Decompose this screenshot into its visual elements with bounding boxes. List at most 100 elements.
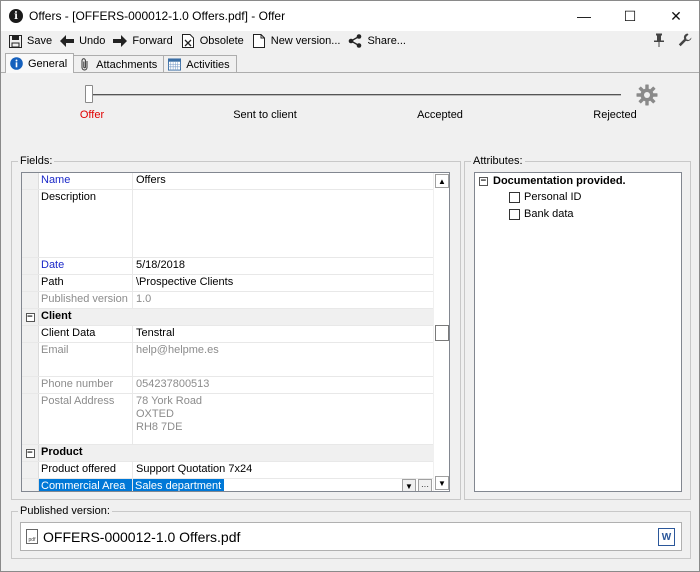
workflow-state-accepted[interactable]: Accepted <box>410 109 470 121</box>
toolbar: Save Undo Forward Obsolete New version..… <box>1 31 699 51</box>
scroll-up-button[interactable]: ▲ <box>435 174 449 188</box>
workflow-bar: Offer Sent to client Accepted Rejected <box>1 73 699 151</box>
personal-id-checkbox[interactable] <box>509 191 520 203</box>
wrench-icon[interactable] <box>677 32 693 48</box>
collapse-icon[interactable]: − <box>479 176 488 186</box>
workflow-slider-handle[interactable] <box>85 85 93 103</box>
new-version-label: New version... <box>270 35 341 47</box>
category-row-client[interactable]: − Client <box>22 309 434 326</box>
field-label: Client Data <box>39 326 133 342</box>
title-bar: i Offers - [OFFERS-000012-1.0 Offers.pdf… <box>1 1 699 31</box>
field-label: Description <box>39 190 133 257</box>
collapse-icon[interactable]: − <box>25 312 35 322</box>
close-button[interactable]: ✕ <box>653 1 699 31</box>
close-icon: ✕ <box>670 7 682 24</box>
field-label: Date <box>39 258 133 274</box>
ellipsis-button[interactable]: ··· <box>418 479 432 491</box>
field-row-phone-number[interactable]: Phone number 054237800513 <box>22 377 434 394</box>
paperclip-icon <box>78 58 91 71</box>
ellipsis-icon: ··· <box>421 482 429 491</box>
field-label: Commercial Area <box>39 479 133 491</box>
window-controls: — ☐ ✕ <box>561 1 699 31</box>
field-row-published-version[interactable]: Published version 1.0 <box>22 292 434 309</box>
field-value[interactable] <box>133 190 434 257</box>
field-row-name[interactable]: Name Offers <box>22 173 434 190</box>
tree-item-bank-data[interactable]: Bank data <box>509 208 574 220</box>
field-value[interactable]: \Prospective Clients <box>133 275 434 291</box>
minimize-icon: — <box>577 8 591 24</box>
category-label: Product <box>41 446 83 458</box>
workflow-track-shadow <box>89 95 621 96</box>
share-label: Share... <box>367 35 406 47</box>
workflow-state-offer[interactable]: Offer <box>67 109 117 121</box>
tree-root-label: Documentation provided. <box>493 175 626 187</box>
tab-activities[interactable]: Activities <box>163 55 237 73</box>
pdf-file-icon: pdf <box>26 529 38 544</box>
published-file-field[interactable]: pdf OFFERS-000012-1.0 Offers.pdf W <box>20 522 682 551</box>
word-icon[interactable]: W <box>658 528 675 546</box>
tree-item-personal-id[interactable]: Personal ID <box>509 191 581 203</box>
arrow-down-icon: ▼ <box>438 478 446 488</box>
published-version-title: Published version: <box>18 505 112 518</box>
attributes-tree: − Documentation provided. Personal ID Ba… <box>474 172 682 492</box>
obsolete-document-icon <box>180 33 196 49</box>
field-row-postal-address[interactable]: Postal Address 78 York Road OXTED RH8 7D… <box>22 394 434 445</box>
field-row-email[interactable]: Email help@helpme.es <box>22 343 434 377</box>
bank-data-checkbox[interactable] <box>509 208 520 220</box>
maximize-icon: ☐ <box>623 7 637 24</box>
minimize-button[interactable]: — <box>561 1 607 31</box>
field-value: 78 York Road OXTED RH8 7DE <box>136 395 203 433</box>
undo-arrow-icon <box>59 33 75 49</box>
field-label: Postal Address <box>39 394 133 444</box>
maximize-button[interactable]: ☐ <box>607 1 653 31</box>
field-row-date[interactable]: Date 5/18/2018 <box>22 258 434 275</box>
field-label: Email <box>39 343 133 376</box>
obsolete-label: Obsolete <box>199 35 244 47</box>
tab-general-label: General <box>28 57 68 70</box>
field-label: Path <box>39 275 133 291</box>
fields-scrollbar[interactable]: ▲ ▼ <box>433 173 449 491</box>
dropdown-button[interactable]: ▼ <box>402 479 416 491</box>
field-value[interactable]: Support Quotation 7x24 <box>133 462 434 478</box>
field-value[interactable]: Sales department <box>133 479 225 491</box>
scroll-thumb[interactable] <box>435 325 449 341</box>
workflow-state-rejected[interactable]: Rejected <box>585 109 645 121</box>
category-label: Client <box>41 310 72 322</box>
field-row-path[interactable]: Path \Prospective Clients <box>22 275 434 292</box>
published-filename[interactable]: OFFERS-000012-1.0 Offers.pdf <box>43 529 240 545</box>
field-row-description[interactable]: Description <box>22 190 434 258</box>
undo-button[interactable]: Undo <box>57 32 110 50</box>
share-button[interactable]: Share... <box>345 32 411 50</box>
category-row-product[interactable]: − Product <box>22 445 434 462</box>
field-value: 1.0 <box>136 293 152 305</box>
field-value[interactable]: Offers <box>133 173 434 189</box>
chevron-down-icon: ▼ <box>405 482 413 491</box>
tab-general[interactable]: General <box>5 53 75 73</box>
share-icon <box>347 33 363 49</box>
pin-icon[interactable] <box>651 32 667 48</box>
tab-attachments-label: Attachments <box>96 58 158 71</box>
scroll-down-button[interactable]: ▼ <box>435 476 449 490</box>
collapse-icon[interactable]: − <box>25 448 35 458</box>
save-label: Save <box>27 35 53 47</box>
forward-label: Forward <box>132 35 173 47</box>
field-row-product-offered[interactable]: Product offered Support Quotation 7x24 <box>22 462 434 479</box>
save-button[interactable]: Save <box>5 32 57 50</box>
fields-group-title: Fields: <box>18 155 55 168</box>
tree-root-documentation[interactable]: − Documentation provided. <box>479 175 626 187</box>
field-row-client-data[interactable]: Client Data Tenstral <box>22 326 434 343</box>
field-value[interactable]: 5/18/2018 <box>133 258 434 274</box>
field-value[interactable]: Tenstral <box>133 326 434 342</box>
info-icon <box>10 57 23 70</box>
info-icon: i <box>9 9 23 23</box>
forward-button[interactable]: Forward <box>110 32 177 50</box>
tab-attachments[interactable]: Attachments <box>73 55 165 73</box>
field-row-commercial-area[interactable]: Commercial Area Sales department ▼ ··· <box>22 479 434 491</box>
gear-icon[interactable] <box>636 84 658 106</box>
obsolete-button[interactable]: Obsolete <box>178 32 249 50</box>
workflow-state-sent-to-client[interactable]: Sent to client <box>225 109 305 121</box>
tab-strip: General Attachments Activities <box>5 53 237 73</box>
new-version-button[interactable]: New version... <box>249 32 346 50</box>
attributes-group-title: Attributes: <box>471 155 525 168</box>
commercial-area-editor[interactable]: Sales department <box>133 479 434 491</box>
